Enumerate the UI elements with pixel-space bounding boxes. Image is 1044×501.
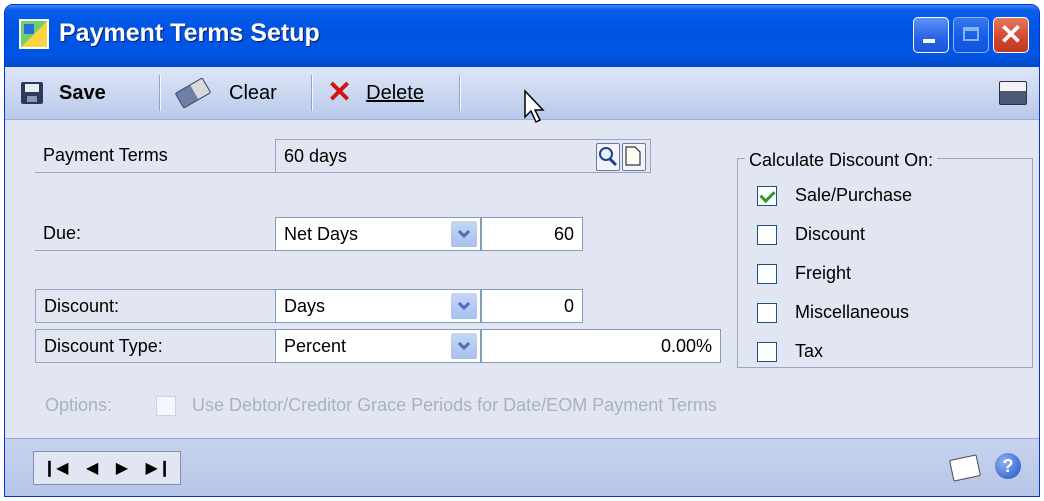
due-days-input[interactable]: 60 — [481, 217, 583, 251]
grace-periods-checkbox[interactable] — [156, 395, 177, 416]
toolbar-separator — [159, 75, 161, 111]
chevron-down-icon — [451, 221, 477, 247]
calculate-discount-title: Calculate Discount On: — [745, 150, 938, 171]
record-navigator: ❙◀ ◀ ▶ ▶❙ — [33, 451, 181, 485]
help-icon[interactable]: ? — [995, 453, 1021, 479]
payment-terms-setup-window: Payment Terms Setup ✕ Save Clear ✕ Delet… — [4, 4, 1040, 497]
minimize-button[interactable] — [913, 17, 949, 53]
toolbar-separator — [311, 75, 313, 111]
next-record-icon[interactable]: ▶ — [116, 458, 128, 478]
discount-checkbox-row[interactable]: Discount — [757, 224, 865, 245]
discount-days-value: 0 — [563, 295, 574, 316]
discount-label: Discount: — [35, 289, 275, 323]
toolbar-separator — [459, 75, 461, 111]
due-type-value: Net Days — [284, 223, 359, 244]
title-bar: Payment Terms Setup ✕ — [5, 5, 1039, 67]
sale-purchase-label: Sale/Purchase — [795, 185, 913, 205]
previous-record-icon[interactable]: ◀ — [86, 458, 98, 478]
toolbar: Save Clear ✕ Delete — [5, 67, 1039, 120]
sale-purchase-checkbox-row[interactable]: Sale/Purchase — [757, 185, 912, 206]
discount-checkbox-label: Discount — [795, 224, 866, 244]
window-title: Payment Terms Setup — [59, 19, 320, 47]
status-bar: ❙◀ ◀ ▶ ▶❙ ? — [5, 438, 1039, 496]
sale-purchase-checkbox[interactable] — [757, 185, 777, 206]
freight-checkbox-row[interactable]: Freight — [757, 263, 851, 284]
delete-label: Delete — [366, 81, 424, 104]
freight-checkbox[interactable] — [757, 263, 777, 284]
mouse-cursor-icon — [524, 89, 545, 124]
delete-button[interactable]: ✕ Delete — [327, 77, 424, 109]
tax-checkbox-row[interactable]: Tax — [757, 341, 823, 362]
note-icon[interactable] — [949, 454, 981, 482]
discount-kind-select[interactable]: Percent — [275, 329, 481, 363]
maximize-button[interactable] — [953, 17, 989, 53]
due-type-select[interactable]: Net Days — [275, 217, 481, 251]
discount-type-value: Days — [284, 295, 326, 316]
printer-icon[interactable] — [999, 81, 1027, 105]
save-button[interactable]: Save — [21, 77, 106, 109]
chevron-down-icon — [451, 293, 477, 319]
tax-checkbox[interactable] — [757, 341, 777, 362]
new-document-icon[interactable] — [622, 143, 646, 171]
window-app-icon — [19, 19, 49, 49]
discount-type-select[interactable]: Days — [275, 289, 481, 323]
delete-x-icon: ✕ — [327, 76, 353, 109]
discount-kind-value: Percent — [284, 335, 347, 356]
first-record-icon[interactable]: ❙◀ — [43, 458, 69, 478]
discount-amount-input[interactable]: 0.00% — [481, 329, 721, 363]
discount-amount-value: 0.00% — [660, 335, 712, 356]
discount-days-input[interactable]: 0 — [481, 289, 583, 323]
payment-terms-field[interactable]: 60 days — [275, 139, 651, 173]
close-button[interactable]: ✕ — [993, 17, 1029, 53]
freight-label: Freight — [795, 263, 852, 283]
last-record-icon[interactable]: ▶❙ — [146, 458, 172, 478]
tax-label: Tax — [795, 341, 824, 361]
eraser-icon — [174, 77, 212, 109]
miscellaneous-label: Miscellaneous — [795, 302, 910, 322]
due-label: Due: — [35, 217, 275, 251]
save-label: Save — [59, 81, 106, 104]
grace-periods-label: Use Debtor/Creditor Grace Periods for Da… — [192, 395, 717, 415]
clear-button[interactable]: Clear — [174, 77, 277, 109]
miscellaneous-checkbox-row[interactable]: Miscellaneous — [757, 302, 909, 323]
clear-label: Clear — [229, 81, 277, 104]
save-disk-icon — [21, 82, 43, 104]
magnifier-icon[interactable] — [596, 143, 620, 171]
close-icon: ✕ — [999, 19, 1023, 50]
payment-terms-label: Payment Terms — [35, 139, 275, 173]
chevron-down-icon — [451, 333, 477, 359]
discount-checkbox[interactable] — [757, 224, 777, 245]
options-row: Options: Use Debtor/Creditor Grace Perio… — [45, 395, 717, 416]
miscellaneous-checkbox[interactable] — [757, 302, 777, 323]
due-days-value: 60 — [553, 223, 574, 244]
payment-terms-value: 60 days — [284, 145, 348, 166]
options-label: Options: — [45, 395, 113, 415]
discount-type-label: Discount Type: — [35, 329, 275, 363]
